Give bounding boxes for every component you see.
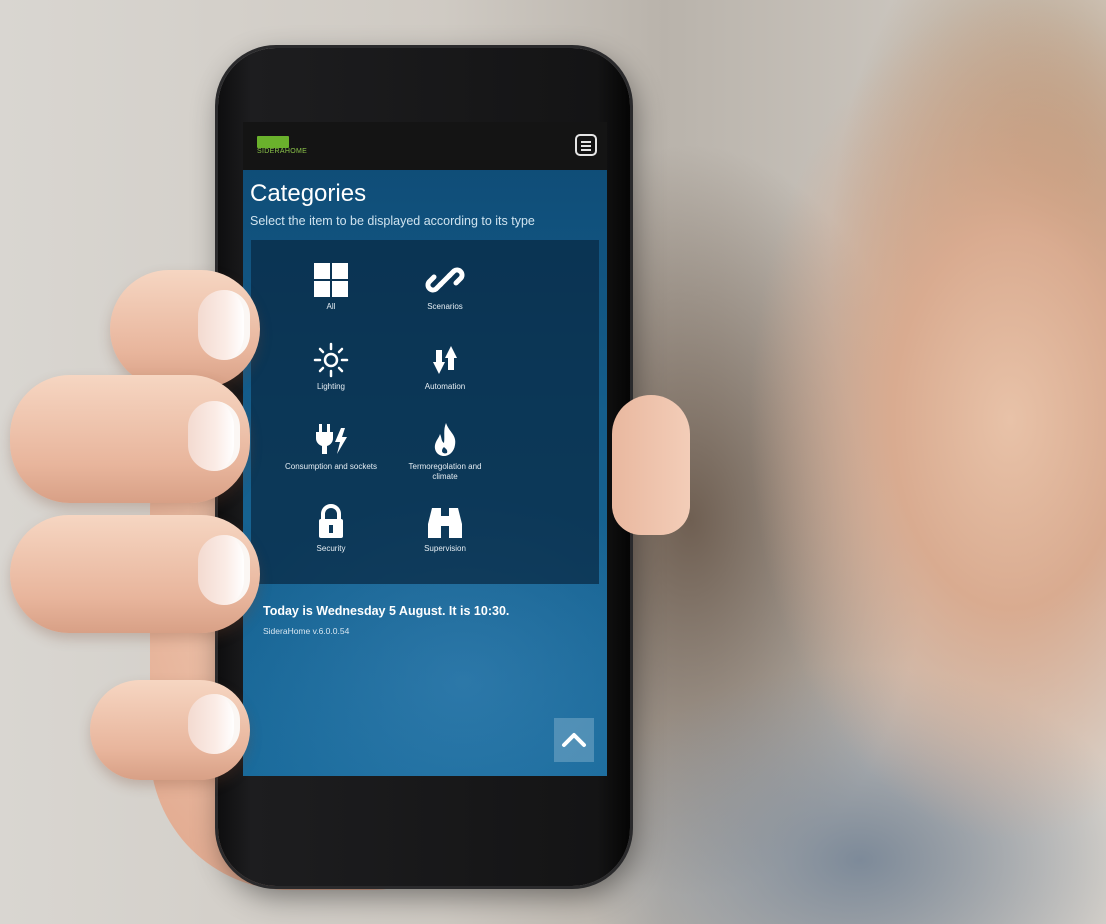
finger bbox=[10, 515, 260, 633]
scroll-top-button[interactable] bbox=[554, 718, 594, 762]
menu-button[interactable] bbox=[575, 134, 597, 156]
plug-icon bbox=[311, 420, 351, 460]
category-automation[interactable]: Automation bbox=[395, 340, 495, 392]
category-label: Lighting bbox=[316, 382, 346, 391]
version-text: SideraHome v.6.0.0.54 bbox=[263, 626, 350, 636]
app-logo: SIDERAHOME bbox=[253, 136, 315, 158]
category-label: All bbox=[326, 302, 336, 311]
fingernail bbox=[188, 694, 240, 754]
category-label: Consumption and sockets bbox=[284, 462, 378, 471]
app-screen: SIDERAHOME Categories Select the item to… bbox=[243, 122, 607, 776]
category-scenarios[interactable]: Scenarios bbox=[395, 260, 495, 312]
category-label: Automation bbox=[424, 382, 466, 391]
sun-icon bbox=[311, 340, 351, 380]
logo-badge bbox=[257, 136, 289, 148]
link-icon bbox=[425, 260, 465, 300]
fingernail bbox=[198, 535, 250, 605]
menu-line bbox=[581, 149, 591, 151]
top-bar: SIDERAHOME bbox=[243, 122, 607, 170]
finger bbox=[10, 375, 250, 503]
menu-line bbox=[581, 141, 591, 143]
arrows-icon bbox=[425, 340, 465, 380]
page-title: Categories bbox=[250, 180, 367, 207]
finger bbox=[90, 680, 250, 780]
flame-icon bbox=[425, 420, 465, 460]
category-consumption[interactable]: Consumption and sockets bbox=[281, 420, 381, 472]
logo-text: SIDERAHOME bbox=[257, 148, 308, 155]
page-subtitle: Select the item to be displayed accordin… bbox=[250, 214, 535, 228]
chevron-up-icon bbox=[562, 733, 586, 747]
category-lighting[interactable]: Lighting bbox=[281, 340, 381, 392]
binoculars-icon bbox=[425, 502, 465, 542]
category-security[interactable]: Security bbox=[281, 502, 381, 554]
category-label: Supervision bbox=[424, 544, 466, 553]
today-text: Today is Wednesday 5 August. It is 10:30… bbox=[263, 604, 510, 618]
thumb bbox=[612, 395, 690, 535]
categories-panel: All Scenarios Lighting Automation Consum… bbox=[251, 240, 599, 584]
grid-icon bbox=[311, 260, 351, 300]
category-supervision[interactable]: Supervision bbox=[395, 502, 495, 554]
category-label: Scenarios bbox=[427, 302, 463, 311]
category-label: Security bbox=[316, 544, 346, 553]
lock-icon bbox=[311, 502, 351, 542]
fingernail bbox=[188, 401, 240, 471]
category-climate[interactable]: Termoregolation and climate bbox=[395, 420, 495, 482]
category-all[interactable]: All bbox=[281, 260, 381, 312]
finger bbox=[110, 270, 260, 388]
category-label: Termoregolation and climate bbox=[408, 462, 482, 481]
menu-line bbox=[581, 145, 591, 147]
fingernail bbox=[198, 290, 250, 360]
